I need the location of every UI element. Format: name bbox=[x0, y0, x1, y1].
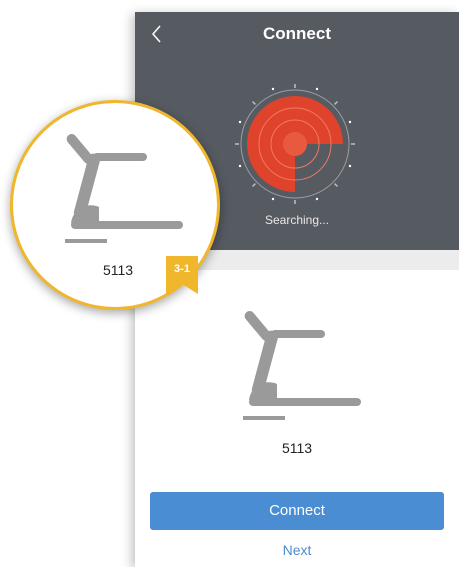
treadmill-icon bbox=[65, 134, 183, 243]
radar-icon bbox=[235, 84, 355, 204]
page-title: Connect bbox=[263, 24, 331, 43]
bookmark-icon bbox=[166, 256, 198, 294]
treadmill-icon[interactable] bbox=[235, 300, 375, 420]
connect-button[interactable]: Connect bbox=[150, 492, 444, 530]
device-name: 5113 bbox=[281, 440, 313, 456]
next-link[interactable]: Next bbox=[135, 542, 459, 558]
step-badge: 3-1 bbox=[166, 256, 198, 294]
screenshot-stage: Connect Searching... 5113 Connect Next 5… bbox=[0, 0, 459, 567]
step-badge-label: 3-1 bbox=[174, 263, 190, 275]
